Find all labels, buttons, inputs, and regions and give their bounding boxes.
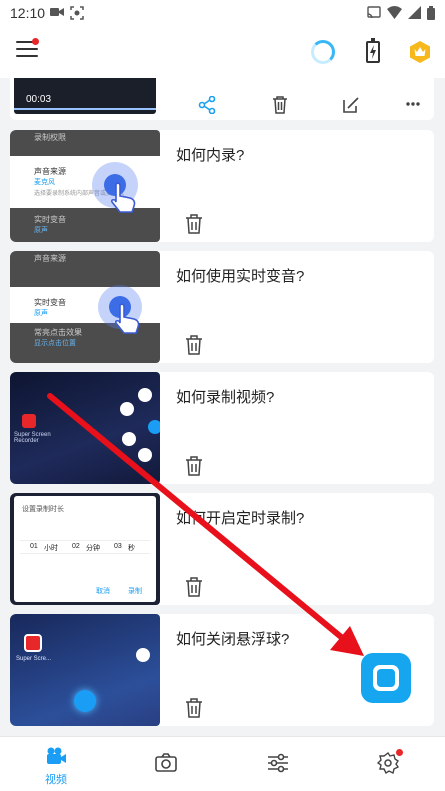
status-bar: 12:10 bbox=[0, 0, 445, 26]
tutorial-thumbnail: 设置录制时长 01 小时 02 分钟 03 秒 取消 录制 bbox=[10, 493, 160, 605]
battery-saver-icon[interactable] bbox=[366, 38, 380, 63]
camera-icon bbox=[155, 753, 177, 772]
nav-screenshot[interactable] bbox=[146, 747, 186, 778]
vip-crown-icon[interactable] bbox=[408, 40, 432, 64]
card-title: 如何录制视频? bbox=[176, 389, 275, 406]
hand-pointer-icon bbox=[115, 303, 140, 334]
video-camera-icon bbox=[47, 747, 66, 764]
tutorial-thumbnail: 声音来源 实时变音 原声 常亮点击效果 显示点击位置 bbox=[10, 251, 160, 363]
bottom-nav: 视频 bbox=[0, 736, 445, 791]
tutorial-card[interactable]: 声音来源 实时变音 原声 常亮点击效果 显示点击位置 如何使用实时变音? bbox=[10, 251, 434, 363]
settings-icon bbox=[376, 751, 400, 775]
more-icon[interactable] bbox=[406, 102, 420, 106]
nav-tools[interactable] bbox=[258, 747, 298, 778]
card-title: 如何开启定时录制? bbox=[176, 510, 305, 527]
app-bar bbox=[0, 26, 445, 78]
share-icon[interactable] bbox=[198, 96, 216, 114]
tutorial-thumbnail: Super Screen Recorder bbox=[10, 372, 160, 484]
nav-settings[interactable] bbox=[368, 747, 408, 779]
wifi-icon bbox=[387, 6, 402, 19]
battery-status-icon bbox=[427, 6, 435, 20]
delete-icon[interactable] bbox=[185, 577, 203, 597]
hand-pointer-icon bbox=[111, 182, 136, 213]
card-title: 如何关闭悬浮球? bbox=[176, 631, 290, 648]
delete-icon[interactable] bbox=[272, 96, 288, 114]
cast-icon bbox=[367, 6, 381, 19]
card-title: 如何内录? bbox=[176, 147, 245, 164]
video-notification-icon bbox=[50, 8, 64, 16]
delete-icon[interactable] bbox=[185, 698, 203, 718]
notification-dot bbox=[396, 749, 403, 756]
nav-video-label: 视频 bbox=[45, 774, 67, 786]
delete-icon[interactable] bbox=[185, 214, 203, 234]
floating-record-button[interactable] bbox=[361, 653, 411, 703]
tutorial-card[interactable]: 录制权限 声音来源 麦克风 选择要录制系统内部声音或麦克风 实时变音 原声 如何… bbox=[10, 130, 434, 242]
delete-icon[interactable] bbox=[185, 335, 203, 355]
card-title: 如何使用实时变音? bbox=[176, 268, 305, 285]
signal-icon bbox=[408, 6, 421, 19]
edit-icon[interactable] bbox=[342, 96, 360, 114]
tutorial-card[interactable]: Super Screen Recorder 如何录制视频? bbox=[10, 372, 434, 484]
tutorial-card[interactable]: 设置录制时长 01 小时 02 分钟 03 秒 取消 录制 如何开启定时录制? bbox=[10, 493, 434, 605]
status-time: 12:10 bbox=[10, 5, 46, 21]
delete-icon[interactable] bbox=[185, 456, 203, 476]
tutorial-thumbnail: Super Scre... bbox=[10, 614, 160, 726]
screenshot-notification-icon bbox=[70, 6, 84, 20]
loading-icon bbox=[311, 40, 335, 64]
partial-video-card: 00:03 bbox=[10, 78, 434, 120]
tutorial-thumbnail: 录制权限 声音来源 麦克风 选择要录制系统内部声音或麦克风 实时变音 原声 bbox=[10, 130, 160, 242]
sliders-icon bbox=[268, 753, 288, 773]
notification-dot bbox=[32, 38, 39, 45]
nav-video[interactable]: 视频 bbox=[36, 747, 76, 787]
